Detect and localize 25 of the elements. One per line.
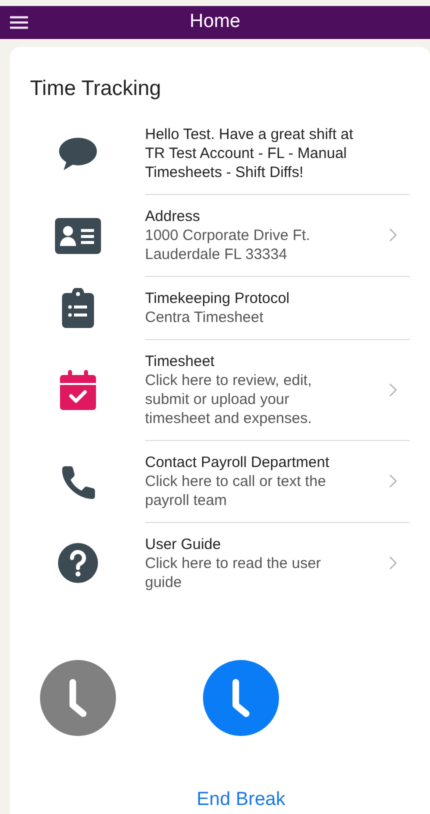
item-title: Hello Test. Have a great shift at TR Test Account - FL - Manual Timesheets - Shift Diffs! xyxy=(145,124,354,182)
info-list-item[interactable]: User Guide Click here to read the user guide xyxy=(10,522,430,604)
item-title: Timesheet xyxy=(145,352,216,370)
screen-title: Home xyxy=(188,10,242,34)
item-description: Click here to call or text the payroll team xyxy=(145,472,327,510)
item-title: User Guide xyxy=(145,534,222,554)
end-break-link[interactable]: End Break xyxy=(196,786,286,814)
item-title: Address xyxy=(145,206,202,226)
item-description: Click here to read the user guide xyxy=(145,554,322,592)
menu-icon xyxy=(10,16,28,30)
help-icon xyxy=(58,543,98,583)
item-description: 1000 Corporate Drive Ft. Lauderdale FL 33334 xyxy=(145,226,312,264)
id-card-icon xyxy=(54,218,100,254)
clock-hands-icon xyxy=(232,678,250,718)
item-description: Centra Timesheet xyxy=(145,308,264,326)
info-list-item[interactable]: Contact Payroll Department Click here to call or text the payroll team xyxy=(10,440,430,522)
item-description: Click here to review, edit, submit or upload your timesheet and expenses. xyxy=(145,370,313,428)
clipboard-list-icon xyxy=(62,288,94,328)
info-list-item[interactable]: Address 1000 Corporate Drive Ft. Lauderdale FL 33334 xyxy=(10,194,430,276)
info-list-item[interactable]: Timesheet Click here to review, edit, submit or upload your timesheet and expenses. xyxy=(10,340,430,440)
item-title: Contact Payroll Department xyxy=(145,452,330,472)
section-title: Time Tracking xyxy=(30,76,162,102)
clock-hands-icon xyxy=(68,678,86,718)
calendar-check-icon xyxy=(60,370,96,410)
item-title: Timekeeping Protocol xyxy=(145,288,291,308)
